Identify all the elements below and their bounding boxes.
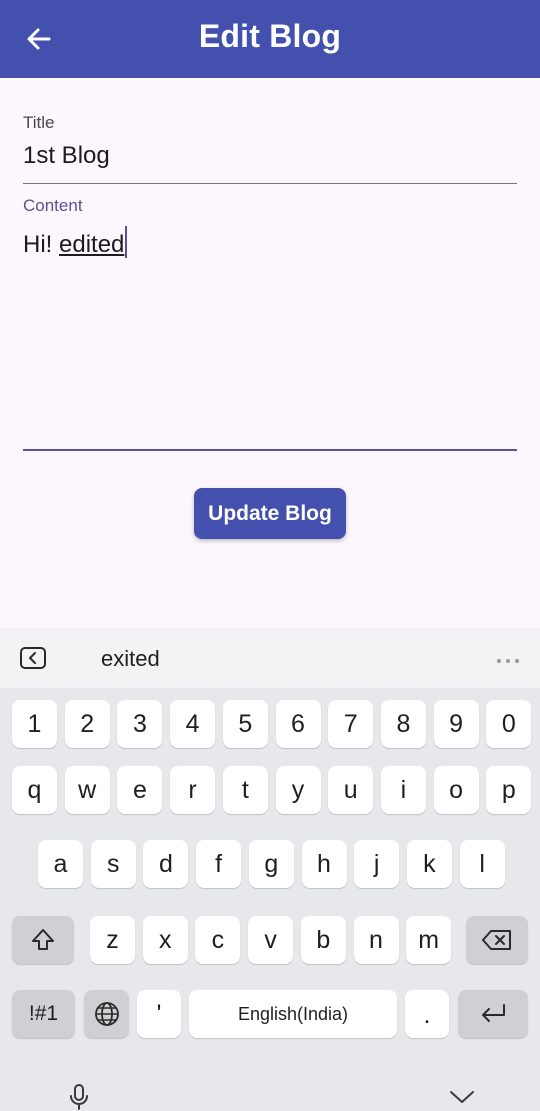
key-x[interactable]: x	[142, 916, 188, 964]
key-s[interactable]: s	[90, 840, 136, 888]
globe-icon	[94, 1002, 119, 1026]
key-w[interactable]: w	[64, 766, 110, 814]
key-k[interactable]: k	[406, 840, 452, 888]
symbols-key[interactable]: !#1	[12, 990, 75, 1038]
key-5[interactable]: 5	[222, 700, 268, 748]
page-title: Edit Blog	[198, 18, 342, 54]
key-0[interactable]: 0	[486, 700, 532, 748]
title-label: Title	[23, 113, 55, 132]
key-n[interactable]: n	[353, 916, 399, 964]
key-9[interactable]: 9	[433, 700, 479, 748]
hide-keyboard-icon[interactable]	[449, 1090, 475, 1109]
suggestion-bar: exited	[0, 628, 540, 688]
key-y[interactable]: y	[275, 766, 321, 814]
content-field-underline	[23, 449, 517, 451]
content-label: Content	[23, 196, 83, 215]
enter-icon	[482, 1004, 505, 1022]
key-l[interactable]: l	[459, 840, 505, 888]
title-field[interactable]: 1st Blog	[23, 142, 110, 170]
key-g[interactable]: g	[248, 840, 294, 888]
space-key[interactable]: English(India)	[189, 990, 397, 1038]
title-field-underline	[23, 183, 517, 184]
composing-text: edited	[59, 231, 125, 258]
key-c[interactable]: c	[195, 916, 241, 964]
key-m[interactable]: m	[406, 916, 452, 964]
update-blog-button[interactable]: Update Blog	[194, 488, 346, 539]
key-u[interactable]: u	[328, 766, 374, 814]
language-key[interactable]	[84, 990, 129, 1038]
key-6[interactable]: 6	[275, 700, 321, 748]
key-q[interactable]: q	[12, 766, 57, 814]
text-cursor	[125, 226, 128, 258]
app-bar: Edit Blog	[0, 0, 540, 78]
key-i[interactable]: i	[380, 766, 426, 814]
key-b[interactable]: b	[300, 916, 346, 964]
backspace-key[interactable]	[466, 916, 528, 964]
key-1[interactable]: 1	[12, 700, 57, 748]
key-7[interactable]: 7	[328, 700, 374, 748]
key-v[interactable]: v	[248, 916, 294, 964]
key-p[interactable]: p	[486, 766, 532, 814]
key-2[interactable]: 2	[64, 700, 110, 748]
content-field[interactable]: Hi! edited	[23, 226, 128, 259]
key-f[interactable]: f	[196, 840, 242, 888]
key-a[interactable]: a	[38, 840, 83, 888]
enter-key[interactable]	[458, 990, 528, 1038]
key-3[interactable]: 3	[117, 700, 163, 748]
microphone-icon[interactable]	[68, 1084, 90, 1111]
key-o[interactable]: o	[433, 766, 479, 814]
shift-icon	[32, 929, 54, 950]
key-h[interactable]: h	[301, 840, 347, 888]
shift-key[interactable]	[12, 916, 74, 964]
more-options-icon[interactable]	[495, 653, 521, 663]
suggestion-word[interactable]: exited	[101, 646, 160, 672]
period-key[interactable]: .	[405, 990, 449, 1038]
backspace-icon	[482, 930, 511, 950]
key-j[interactable]: j	[354, 840, 400, 888]
key-e[interactable]: e	[117, 766, 163, 814]
key-r[interactable]: r	[170, 766, 216, 814]
content-text: Hi!	[23, 231, 59, 258]
apostrophe-key[interactable]: '	[137, 990, 181, 1038]
collapse-toolbar-icon[interactable]	[20, 647, 46, 669]
soft-keyboard: 1234567890 qwertyuiop asdfghjkl zxcvbnm …	[0, 688, 540, 1111]
key-d[interactable]: d	[143, 840, 189, 888]
key-z[interactable]: z	[90, 916, 135, 964]
key-8[interactable]: 8	[380, 700, 426, 748]
key-4[interactable]: 4	[170, 700, 216, 748]
key-t[interactable]: t	[222, 766, 268, 814]
